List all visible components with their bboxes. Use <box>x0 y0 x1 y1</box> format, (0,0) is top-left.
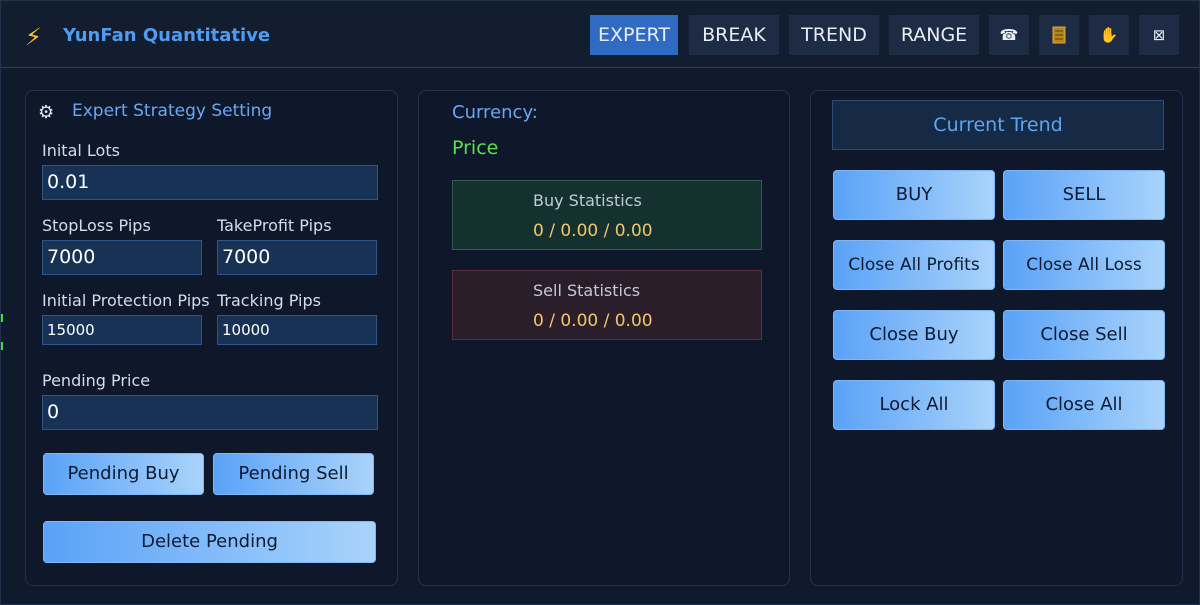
takeprofit-field[interactable]: 7000 <box>217 240 377 275</box>
buy-button[interactable]: BUY <box>833 170 995 220</box>
close-box-icon[interactable]: ⊠ <box>1139 15 1179 55</box>
settings-title: Expert Strategy Setting <box>72 101 273 121</box>
tab-expert[interactable]: EXPERT <box>590 15 678 55</box>
initial-protection-label: Initial Protection Pips <box>42 291 210 310</box>
sell-button[interactable]: SELL <box>1003 170 1165 220</box>
close-sell-button[interactable]: Close Sell <box>1003 310 1165 360</box>
initial-lots-field[interactable]: 0.01 <box>42 165 378 200</box>
stoploss-field[interactable]: 7000 <box>42 240 202 275</box>
pending-sell-button[interactable]: Pending Sell <box>213 453 374 495</box>
tab-trend[interactable]: TREND <box>789 15 879 55</box>
pending-price-label: Pending Price <box>42 371 151 390</box>
tab-range[interactable]: RANGE <box>889 15 979 55</box>
delete-pending-button[interactable]: Delete Pending <box>43 521 376 563</box>
buy-statistics-value: 0 / 0.00 / 0.00 <box>533 221 653 241</box>
tab-break[interactable]: BREAK <box>689 15 779 55</box>
app-window: ⚡ YunFan Quantitative EXPERT BREAK TREND… <box>0 0 1200 605</box>
app-title: YunFan Quantitative <box>63 25 271 46</box>
close-all-loss-button[interactable]: Close All Loss <box>1003 240 1165 290</box>
pending-buy-button[interactable]: Pending Buy <box>43 453 204 495</box>
title-bar: ⚡ YunFan Quantitative EXPERT BREAK TREND… <box>1 1 1199 68</box>
sell-statistics-box: Sell Statistics 0 / 0.00 / 0.00 <box>452 270 762 340</box>
takeprofit-label: TakeProfit Pips <box>217 216 332 235</box>
sell-statistics-value: 0 / 0.00 / 0.00 <box>533 311 653 331</box>
buy-statistics-box: Buy Statistics 0 / 0.00 / 0.00 <box>452 180 762 250</box>
buy-statistics-title: Buy Statistics <box>533 191 642 210</box>
close-buy-button[interactable]: Close Buy <box>833 310 995 360</box>
edge-marker <box>1 342 3 350</box>
tracking-label: Tracking Pips <box>217 291 321 310</box>
currency-label: Currency: <box>452 102 538 123</box>
initial-lots-label: Inital Lots <box>42 141 120 160</box>
edge-marker <box>1 314 3 322</box>
pending-price-field[interactable]: 0 <box>42 395 378 430</box>
stoploss-label: StopLoss Pips <box>42 216 151 235</box>
book-icon[interactable] <box>1039 15 1079 55</box>
sell-statistics-title: Sell Statistics <box>533 281 641 300</box>
current-trend-indicator: Current Trend <box>832 100 1164 150</box>
gear-icon: ⚙ <box>38 102 55 123</box>
close-all-profits-button[interactable]: Close All Profits <box>833 240 995 290</box>
close-all-button[interactable]: Close All <box>1003 380 1165 430</box>
lightning-icon: ⚡ <box>25 23 42 51</box>
lock-all-button[interactable]: Lock All <box>833 380 995 430</box>
hand-icon[interactable]: ✋ <box>1089 15 1129 55</box>
phone-icon[interactable]: ☎ <box>989 15 1029 55</box>
tracking-field[interactable]: 10000 <box>217 315 377 345</box>
initial-protection-field[interactable]: 15000 <box>42 315 202 345</box>
price-label: Price <box>452 137 499 159</box>
